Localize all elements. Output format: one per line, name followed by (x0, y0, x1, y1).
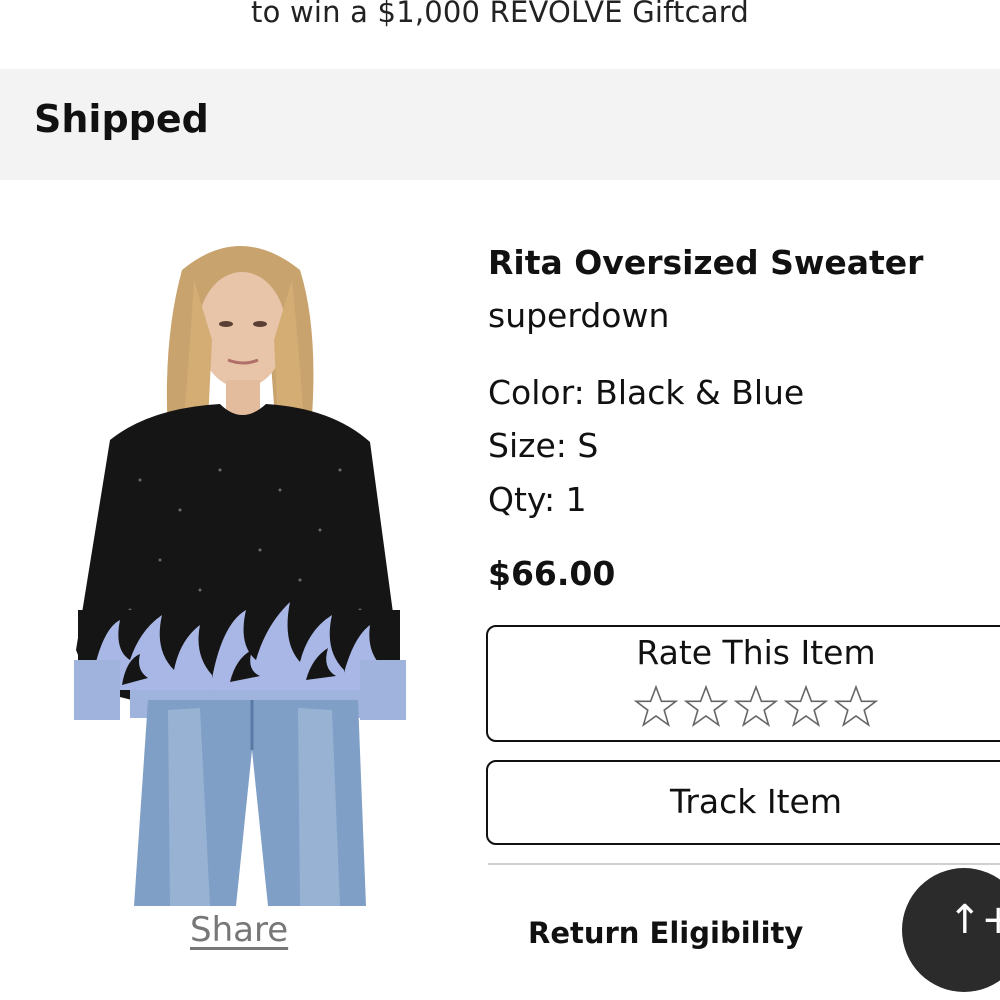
star-5-icon[interactable] (834, 685, 878, 729)
star-4-icon[interactable] (784, 685, 828, 729)
divider (488, 863, 1000, 865)
scroll-top-icon: ↑+ (948, 897, 1000, 943)
track-item-label: Track Item (670, 782, 842, 821)
star-1-icon[interactable] (634, 685, 678, 729)
track-item-button[interactable]: Track Item (486, 760, 1000, 845)
product-photo-icon (74, 246, 406, 906)
star-rating (634, 685, 878, 729)
rate-item-box: Rate This Item (486, 625, 1000, 742)
return-eligibility-link[interactable]: Return Eligibility (528, 916, 803, 950)
product-image[interactable] (70, 230, 410, 906)
product-name[interactable]: Rita Oversized Sweater (488, 243, 923, 282)
product-price: $66.00 (488, 554, 616, 593)
promo-banner: to win a $1,000 REVOLVE Giftcard (251, 0, 749, 29)
product-color: Color: Black & Blue (488, 373, 805, 412)
rate-item-label: Rate This Item (636, 633, 876, 672)
order-status-bar: Shipped (0, 69, 1000, 180)
share-link[interactable]: Share (190, 910, 288, 950)
star-3-icon[interactable] (734, 685, 778, 729)
product-size: Size: S (488, 426, 599, 465)
order-status-title: Shipped (34, 97, 209, 141)
product-qty: Qty: 1 (488, 480, 587, 519)
star-2-icon[interactable] (684, 685, 728, 729)
scroll-top-button[interactable]: ↑+ (902, 868, 1000, 992)
product-brand[interactable]: superdown (488, 296, 669, 335)
